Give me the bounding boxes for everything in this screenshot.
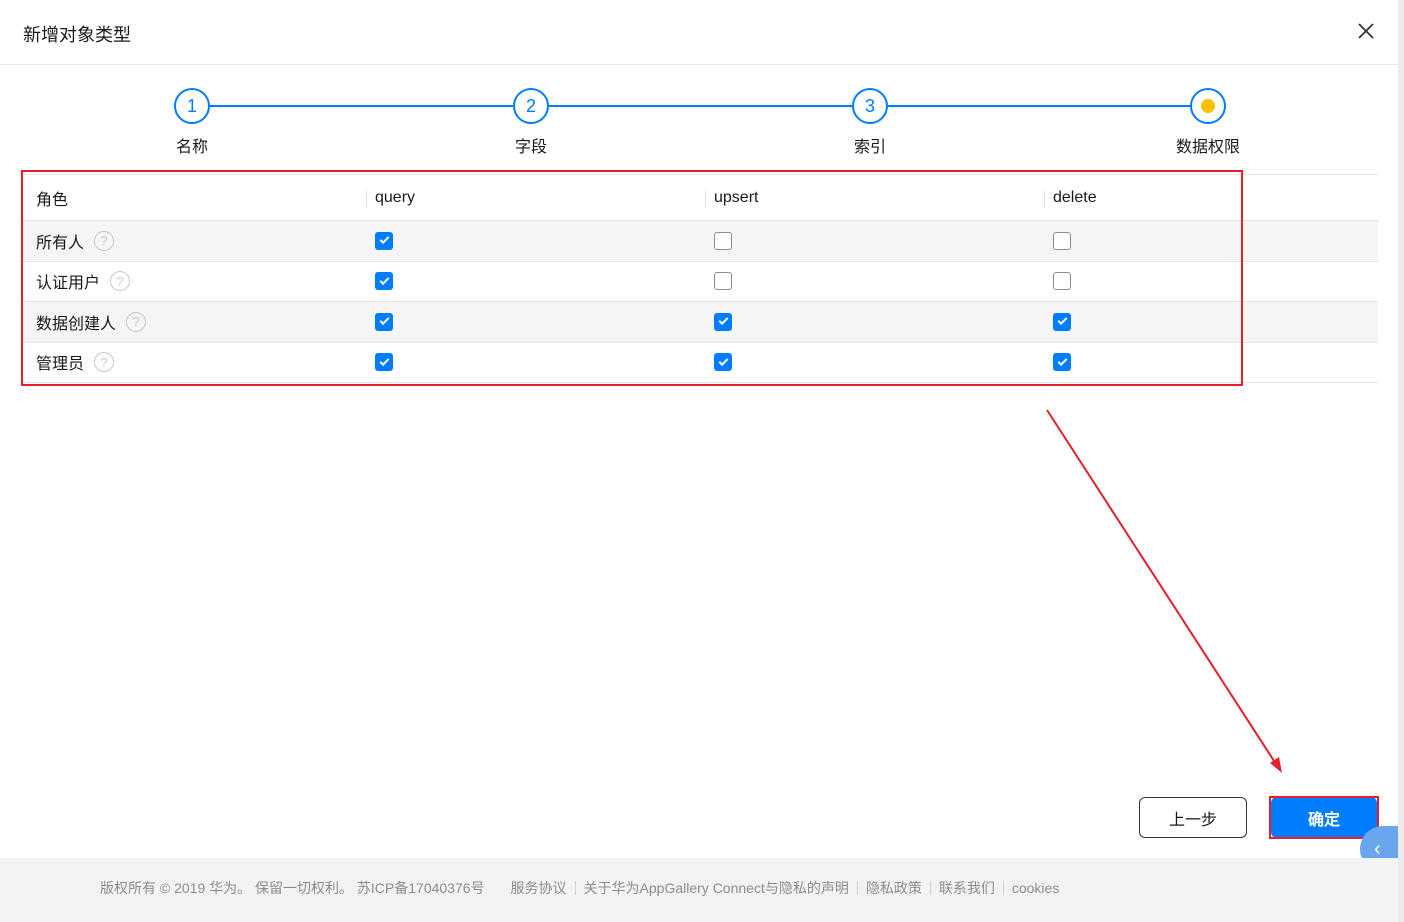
scrollbar-track[interactable] (1398, 0, 1404, 922)
table-row: 管理员? (22, 343, 1378, 383)
stepper: 1 名称 2 字段 3 索引 数据权限 (0, 88, 1398, 158)
delete-checkbox[interactable] (1053, 231, 1071, 250)
upsert-cell (714, 343, 732, 383)
check-icon (718, 355, 728, 366)
header-query: query (365, 175, 415, 220)
role-name: 所有人 (36, 234, 85, 252)
check-icon (1057, 315, 1067, 326)
query-checkbox[interactable] (375, 312, 393, 331)
step-label: 索引 (853, 139, 886, 156)
check-icon (1057, 355, 1067, 366)
query-cell (375, 262, 393, 302)
step-label: 名称 (175, 139, 208, 156)
delete-checkbox[interactable] (1053, 272, 1071, 291)
check-icon (379, 315, 389, 326)
footer-link-service-agreement[interactable]: 服务协议 (511, 878, 567, 898)
footer-link-contact-us[interactable]: 联系我们 (939, 878, 995, 898)
help-circle-icon[interactable]: ? (110, 271, 131, 292)
role-cell: 管理员? (36, 343, 115, 383)
upsert-cell (714, 302, 732, 342)
footer-separator (1002, 881, 1004, 895)
query-cell (375, 343, 393, 383)
role-cell: 所有人? (36, 221, 115, 261)
footer-separator (929, 881, 931, 895)
role-name: 认证用户 (36, 275, 101, 293)
previous-step-button[interactable]: 上一步 (1139, 797, 1247, 838)
help-circle-icon[interactable]: ? (94, 352, 115, 373)
dialog-title: 新增对象类型 (23, 25, 131, 45)
step-fields: 2 字段 (471, 88, 591, 157)
check-icon (718, 315, 728, 326)
step-label: 字段 (514, 139, 547, 156)
query-checkbox[interactable] (375, 231, 393, 250)
delete-cell (1053, 221, 1071, 261)
help-circle-icon[interactable]: ? (126, 311, 147, 332)
table-row: 认证用户? (22, 262, 1378, 302)
footer-separator (574, 881, 576, 895)
help-circle-icon[interactable]: ? (94, 230, 115, 251)
query-cell (375, 221, 393, 261)
header-upsert: upsert (704, 175, 758, 220)
upsert-cell (714, 262, 732, 302)
query-checkbox[interactable] (375, 272, 393, 291)
new-object-type-dialog: 新增对象类型 1 名称 2 字段 3 索引 数据权限 角色 query upse… (0, 0, 1398, 858)
step-connector (549, 105, 852, 107)
upsert-checkbox[interactable] (714, 312, 732, 331)
step-index: 3 索引 (810, 88, 930, 157)
step-connector (888, 105, 1191, 107)
role-cell: 认证用户? (36, 262, 131, 302)
delete-checkbox[interactable] (1053, 312, 1071, 331)
step-connector (210, 105, 515, 107)
upsert-checkbox[interactable] (714, 272, 732, 291)
role-name: 管理员 (36, 356, 85, 374)
step-data-permissions: 数据权限 (1148, 88, 1268, 157)
step-current-indicator (1190, 88, 1226, 124)
table-row: 所有人? (22, 221, 1378, 262)
delete-cell (1053, 262, 1071, 302)
upsert-checkbox[interactable] (714, 353, 732, 372)
header-role: 角色 (36, 191, 69, 209)
footer-link-privacy-policy[interactable]: 隐私政策 (866, 878, 922, 898)
delete-cell (1053, 302, 1071, 342)
role-cell: 数据创建人? (36, 302, 147, 342)
current-step-dot (1201, 99, 1215, 113)
step-label: 数据权限 (1175, 139, 1240, 156)
table-header-row: 角色 query upsert delete (22, 175, 1378, 221)
check-icon (379, 234, 389, 245)
permissions-table: 角色 query upsert delete 所有人? 认证用户? 数据创建人? 管理… (22, 174, 1378, 383)
footer-separator (856, 881, 858, 895)
footer-link-privacy-statement[interactable]: 关于华为AppGallery Connect与隐私的声明 (584, 878, 849, 898)
footer-copyright: 版权所有 © 2019 华为。 保留一切权利。 苏ICP备17040376号 (100, 880, 485, 896)
check-icon (379, 274, 389, 285)
footer-link-cookies[interactable]: cookies (1012, 880, 1059, 896)
step-name: 1 名称 (132, 88, 252, 157)
header-delete: delete (1044, 175, 1097, 220)
role-name: 数据创建人 (36, 315, 117, 333)
upsert-checkbox[interactable] (714, 231, 732, 250)
close-icon[interactable] (1355, 20, 1377, 42)
step-number: 1 (174, 88, 210, 124)
page-footer: 版权所有 © 2019 华为。 保留一切权利。 苏ICP备17040376号 服… (0, 858, 1398, 918)
query-checkbox[interactable] (375, 353, 393, 372)
dialog-header: 新增对象类型 (0, 0, 1398, 65)
confirm-button[interactable]: 确定 (1271, 797, 1377, 838)
footer-row: 版权所有 © 2019 华为。 保留一切权利。 苏ICP备17040376号 服… (100, 878, 1059, 898)
delete-cell (1053, 343, 1071, 383)
delete-checkbox[interactable] (1053, 353, 1071, 372)
step-number: 2 (513, 88, 549, 124)
step-number: 3 (852, 88, 888, 124)
table-row: 数据创建人? (22, 302, 1378, 343)
upsert-cell (714, 221, 732, 261)
query-cell (375, 302, 393, 342)
check-icon (379, 355, 389, 366)
